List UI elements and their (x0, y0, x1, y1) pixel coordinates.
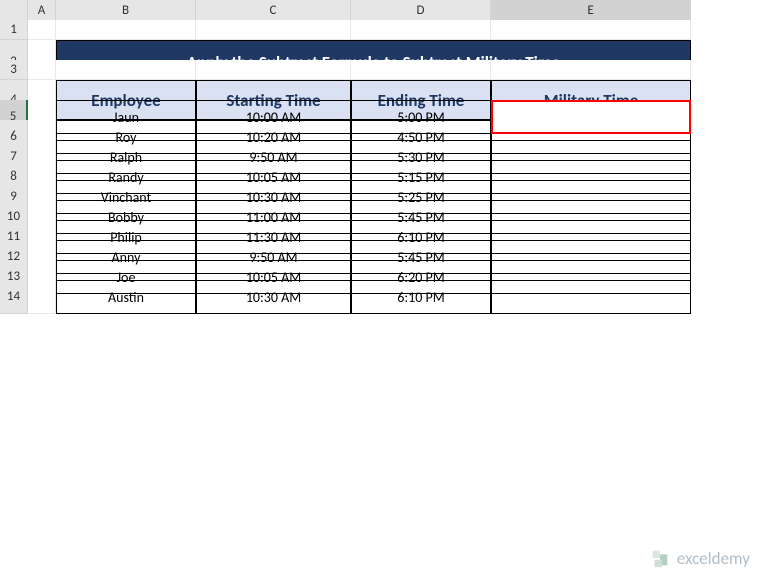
exceldemy-logo-icon (649, 547, 671, 569)
watermark: exceldemy (649, 547, 750, 569)
cell-C1[interactable] (196, 20, 351, 40)
row-header-3[interactable]: 3 (0, 60, 28, 80)
cell-end-14[interactable]: 6:10 PM (351, 280, 491, 314)
cell-start-14[interactable]: 10:30 AM (196, 280, 351, 314)
col-header-C[interactable]: C (196, 0, 351, 22)
col-header-E[interactable]: E (491, 0, 691, 22)
cell-mil-5-active[interactable] (491, 100, 691, 134)
col-header-A[interactable]: A (28, 0, 56, 22)
cell-A14[interactable] (28, 280, 56, 314)
row-header-1[interactable]: 1 (0, 20, 28, 40)
cell-B3[interactable] (56, 60, 196, 80)
cell-emp-14[interactable]: Austin (56, 280, 196, 314)
cell-mil-14[interactable] (491, 280, 691, 314)
row-header-14[interactable]: 14 (0, 280, 28, 314)
spreadsheet-grid[interactable]: A B C D E 1 2 Apply the Subtract Formula… (0, 0, 768, 300)
cell-A3[interactable] (28, 60, 56, 80)
col-header-D[interactable]: D (351, 0, 491, 22)
cell-E1[interactable] (491, 20, 691, 40)
watermark-text: exceldemy (677, 548, 750, 569)
cell-E3[interactable] (491, 60, 691, 80)
cell-C3[interactable] (196, 60, 351, 80)
cell-D1[interactable] (351, 20, 491, 40)
cell-A1[interactable] (28, 20, 56, 40)
cell-B1[interactable] (56, 20, 196, 40)
select-all-corner[interactable] (0, 0, 28, 22)
cell-D3[interactable] (351, 60, 491, 80)
col-header-B[interactable]: B (56, 0, 196, 22)
